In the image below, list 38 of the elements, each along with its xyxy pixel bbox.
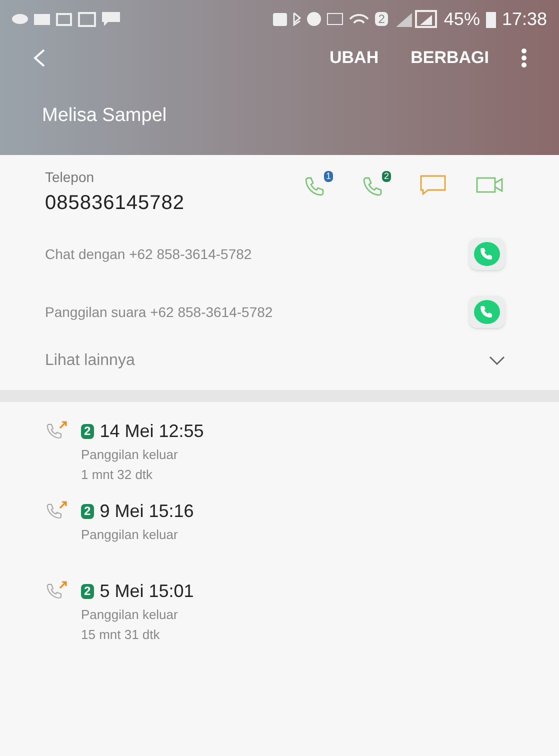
- message-icon[interactable]: [419, 173, 447, 197]
- call-type: Panggilan keluar: [81, 606, 179, 624]
- call-type: Panggilan keluar: [81, 446, 179, 464]
- call-date: 5 Mei 15:01: [100, 580, 194, 603]
- wifi-icon: [349, 14, 370, 24]
- call-date: 14 Mei 12:55: [100, 420, 204, 443]
- sim-badge: 2: [382, 171, 391, 182]
- sim-badge: 2: [81, 504, 94, 519]
- call-duration: 1 mnt 32 dtk: [81, 466, 154, 484]
- sim-badge: 1: [324, 171, 333, 182]
- back-icon[interactable]: [32, 48, 46, 68]
- more-icon[interactable]: [521, 48, 527, 68]
- link-text[interactable]: Chat dengan +62 858-3614-5782: [45, 244, 469, 264]
- clock: 17:38: [502, 8, 547, 30]
- phone-number: 085836145782: [45, 191, 184, 216]
- link-text[interactable]: Panggilan suara +62 858-3614-5782: [45, 302, 469, 322]
- whatsapp-button[interactable]: [469, 238, 505, 270]
- call-date: 9 Mei 15:16: [100, 500, 194, 523]
- sim-indicator: 2: [375, 12, 388, 26]
- call-button[interactable]: 2: [361, 171, 391, 199]
- battery-level: 45%: [444, 8, 480, 30]
- bluetooth-icon: [293, 12, 302, 26]
- phone-label: Telepon: [45, 168, 96, 187]
- call-type: Panggilan keluar: [81, 526, 179, 544]
- sim-badge: 2: [81, 584, 94, 599]
- chat-icon: [102, 12, 120, 26]
- see-more-label[interactable]: Lihat lainnya: [45, 349, 489, 373]
- call-duration: 15 mnt 31 dtk: [81, 626, 161, 644]
- sim-badge: 2: [81, 424, 94, 439]
- toolbar-button[interactable]: UBAH: [329, 45, 379, 71]
- whatsapp-button[interactable]: [469, 296, 505, 328]
- chevron-icon[interactable]: [489, 356, 505, 366]
- battery-icon: [486, 10, 496, 28]
- folder-icon: [34, 14, 50, 24]
- toolbar-button[interactable]: BERBAGI: [410, 45, 489, 71]
- call-button[interactable]: 1: [303, 171, 333, 199]
- signal-icon: [394, 10, 438, 28]
- contact-name: Melisa Sampel: [42, 104, 167, 128]
